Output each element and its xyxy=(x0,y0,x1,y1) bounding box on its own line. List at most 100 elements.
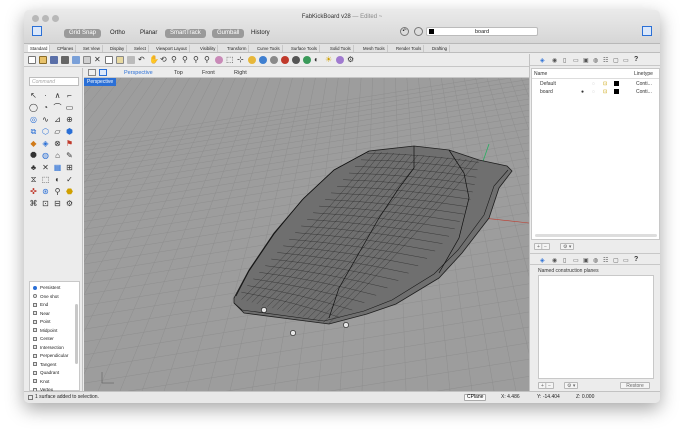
notes-icon[interactable]: ▭ xyxy=(573,257,579,264)
tool-button-icon[interactable]: ∿ xyxy=(41,115,50,124)
tool-button-icon[interactable]: ⊕ xyxy=(65,115,74,124)
osnap-quadrant[interactable]: Quadrant xyxy=(33,369,59,377)
left-sidebar-toggle-icon[interactable] xyxy=(32,26,42,36)
open-file-icon[interactable] xyxy=(39,56,47,64)
tool-button-icon[interactable]: ▦ xyxy=(53,163,62,172)
libraries-icon[interactable]: ☷ xyxy=(603,257,608,264)
layer-row-default[interactable]: Default ◌ ⊡ Conti... xyxy=(532,80,659,88)
gumball-toggle[interactable]: Gumball xyxy=(212,29,245,38)
record-icon[interactable] xyxy=(414,27,423,36)
delete-icon[interactable] xyxy=(127,56,135,64)
material-icon[interactable] xyxy=(336,56,344,64)
tab-surface-tools[interactable]: Surface Tools xyxy=(289,45,320,52)
tool-button-icon[interactable]: ⬢ xyxy=(65,127,74,136)
tool-button-icon[interactable]: ⊞ xyxy=(65,163,74,172)
tool-button-icon[interactable]: ⌒ xyxy=(53,103,62,112)
tab-display[interactable]: Display xyxy=(108,45,128,52)
single-viewport-icon[interactable] xyxy=(88,69,96,76)
tool-button-icon[interactable]: ⌐ xyxy=(65,91,74,100)
tool-button-icon[interactable]: ✎ xyxy=(65,151,74,160)
ortho-toggle[interactable]: Ortho xyxy=(105,29,130,38)
layer-options-button[interactable]: ⚙ ▾ xyxy=(560,243,575,250)
viewport-title[interactable]: Perspective xyxy=(84,78,117,86)
tool-button-icon[interactable]: ⬣ xyxy=(65,187,74,196)
cplane-options-button[interactable]: ⚙ ▾ xyxy=(564,382,579,389)
history-toggle[interactable]: History xyxy=(246,29,275,38)
tool-button-icon[interactable]: ▭ xyxy=(65,103,74,112)
rendered-sphere-icon[interactable] xyxy=(281,56,289,64)
camera-icon[interactable]: ▣ xyxy=(583,257,589,264)
osnap-center[interactable]: Center xyxy=(33,335,54,343)
tab-render-tools[interactable]: Render Tools xyxy=(394,45,425,52)
tab-right[interactable]: Right xyxy=(234,69,247,77)
tool-button-icon[interactable]: ⊿ xyxy=(53,115,62,124)
current-layer-icon[interactable]: ● xyxy=(581,89,584,95)
tab-visibility[interactable]: Visibility xyxy=(198,45,219,52)
tool-button-icon[interactable]: ◆ xyxy=(29,139,38,148)
tab-solid-tools[interactable]: Solid Tools xyxy=(328,45,354,52)
add-layer-button[interactable]: + | − xyxy=(534,243,550,250)
tool-button-icon[interactable]: ▱ xyxy=(53,127,62,136)
copy-icon[interactable] xyxy=(105,56,113,64)
layer-color-icon[interactable] xyxy=(614,81,619,86)
display-icon[interactable]: ◉ xyxy=(552,257,557,264)
layer-color-icon[interactable] xyxy=(614,89,619,94)
tool-button-icon[interactable]: ⧖ xyxy=(29,175,38,184)
save-icon[interactable] xyxy=(50,56,58,64)
tool-button-icon[interactable]: ⬚ xyxy=(41,175,50,184)
layer-linetype[interactable]: Conti... xyxy=(636,89,652,95)
wireframe-sphere-icon[interactable] xyxy=(270,56,278,64)
tool-button-icon[interactable]: ⚑ xyxy=(65,139,74,148)
tool-button-icon[interactable]: ◍ xyxy=(41,151,50,160)
document-icon[interactable]: ▢ xyxy=(613,257,619,264)
notes-icon[interactable]: ▭ xyxy=(573,57,579,64)
lock-icon[interactable]: ⊡ xyxy=(603,89,607,95)
tool-button-icon[interactable]: ⯃ xyxy=(29,151,38,160)
named-cplanes-list[interactable] xyxy=(538,275,654,379)
cplane-selector[interactable]: CPlane xyxy=(464,394,487,401)
tab-viewport-layout[interactable]: Viewport Layout xyxy=(154,45,190,52)
monitor-icon[interactable]: ▭ xyxy=(623,57,629,64)
tool-button-icon[interactable]: ⊗ xyxy=(53,139,62,148)
right-sidebar-toggle-icon[interactable] xyxy=(642,26,652,36)
tool-button-icon[interactable]: · xyxy=(41,91,50,100)
add-cplane-button[interactable]: + | − xyxy=(538,382,554,389)
tab-drafting[interactable]: Drafting xyxy=(430,45,451,52)
osnap-perpendicular[interactable]: Perpendicular xyxy=(33,352,68,360)
osnap-scrollbar[interactable] xyxy=(75,304,78,364)
restore-button[interactable]: Restore xyxy=(620,382,650,389)
properties-icon[interactable]: ▯ xyxy=(563,257,566,264)
tool-button-icon[interactable]: ◐ xyxy=(53,175,62,184)
undo-arrow-icon[interactable]: ↶ xyxy=(138,56,146,64)
planar-toggle[interactable]: Planar xyxy=(135,29,162,38)
tool-button-icon[interactable]: ✓ xyxy=(65,175,74,184)
print-icon[interactable] xyxy=(61,56,69,64)
grid-snap-toggle[interactable]: Grid Snap xyxy=(64,29,102,38)
tool-button-icon[interactable]: ⌘ xyxy=(29,199,38,208)
osnap-persistent[interactable]: Persistent xyxy=(33,284,60,292)
osnap-intersection[interactable]: Intersection xyxy=(33,344,64,352)
tab-curve-tools[interactable]: Curve Tools xyxy=(255,45,283,52)
tool-button-icon[interactable]: ⧉ xyxy=(29,127,38,136)
rotate-view-icon[interactable]: ⟲ xyxy=(160,56,168,64)
render-preview-icon[interactable] xyxy=(215,56,223,64)
zoom-icon[interactable]: ⚲ xyxy=(171,56,179,64)
zoom-selected-icon[interactable]: ⚲ xyxy=(204,56,212,64)
tool-button-icon[interactable]: ⊡ xyxy=(41,199,50,208)
viewport-canvas[interactable] xyxy=(84,78,529,391)
help-icon[interactable]: ? xyxy=(634,256,638,263)
four-viewport-icon[interactable] xyxy=(99,69,107,76)
osnap-tangent[interactable]: Tangent xyxy=(33,361,56,369)
perspective-viewport[interactable]: Perspective xyxy=(84,78,529,391)
tool-button-icon[interactable]: ↖ xyxy=(29,91,38,100)
new-file-icon[interactable] xyxy=(28,56,36,64)
layer-row-board[interactable]: board ● ◌ ⊡ Conti... xyxy=(532,88,659,96)
osnap-knot[interactable]: Knot xyxy=(33,378,49,386)
tab-set-view[interactable]: Set View xyxy=(81,45,103,52)
tool-button-icon[interactable]: ◔ xyxy=(41,103,50,112)
sun-icon[interactable]: ☀ xyxy=(325,56,333,64)
tool-button-icon[interactable]: ⊟ xyxy=(53,199,62,208)
tool-button-icon[interactable]: ⌂ xyxy=(53,151,62,160)
command-input[interactable]: Command xyxy=(29,77,79,86)
layers-icon[interactable]: ◈ xyxy=(540,257,545,264)
